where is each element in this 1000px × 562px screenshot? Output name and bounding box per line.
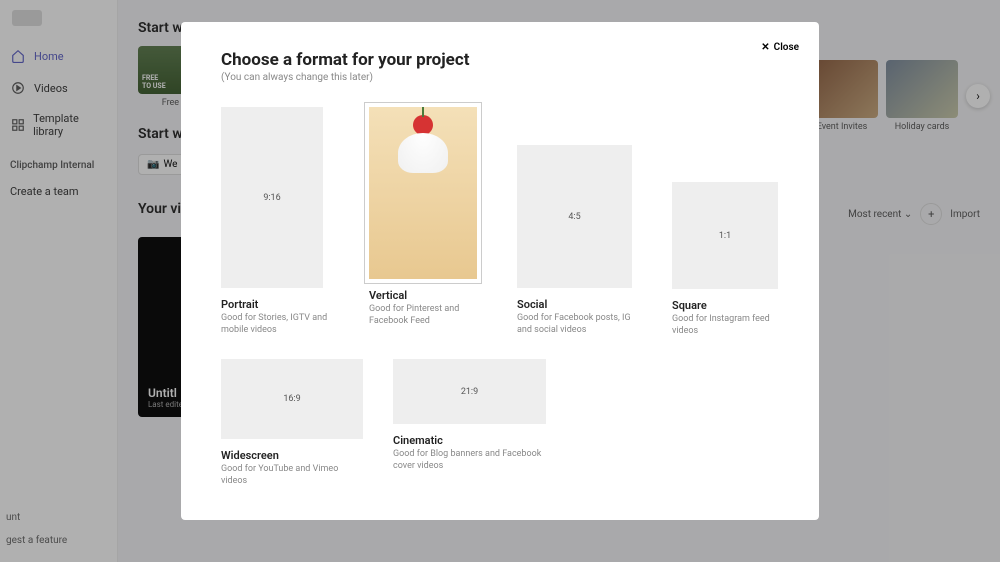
format-social[interactable]: 4:5 Social Good for Facebook posts, IG a… <box>517 107 632 337</box>
modal-backdrop[interactable]: ✕ Close Choose a format for your project… <box>0 0 1000 562</box>
format-preview <box>369 107 477 279</box>
format-preview: 9:16 <box>221 107 323 288</box>
close-button[interactable]: ✕ Close <box>761 42 799 53</box>
modal-title: Choose a format for your project <box>221 50 779 70</box>
format-preview: 4:5 <box>517 145 632 288</box>
format-cinematic[interactable]: 21:9 Cinematic Good for Blog banners and… <box>393 359 546 487</box>
format-preview: 21:9 <box>393 359 546 424</box>
format-portrait[interactable]: 9:16 Portrait Good for Stories, IGTV and… <box>221 107 329 337</box>
format-square[interactable]: 1:1 Square Good for Instagram feed video… <box>672 107 778 337</box>
format-modal: ✕ Close Choose a format for your project… <box>181 22 819 520</box>
format-widescreen[interactable]: 16:9 Widescreen Good for YouTube and Vim… <box>221 359 363 487</box>
format-vertical[interactable]: Vertical Good for Pinterest and Facebook… <box>369 107 477 337</box>
close-icon: ✕ <box>761 42 769 53</box>
format-preview: 1:1 <box>672 182 778 289</box>
format-preview: 16:9 <box>221 359 363 439</box>
modal-subtitle: (You can always change this later) <box>221 72 779 83</box>
